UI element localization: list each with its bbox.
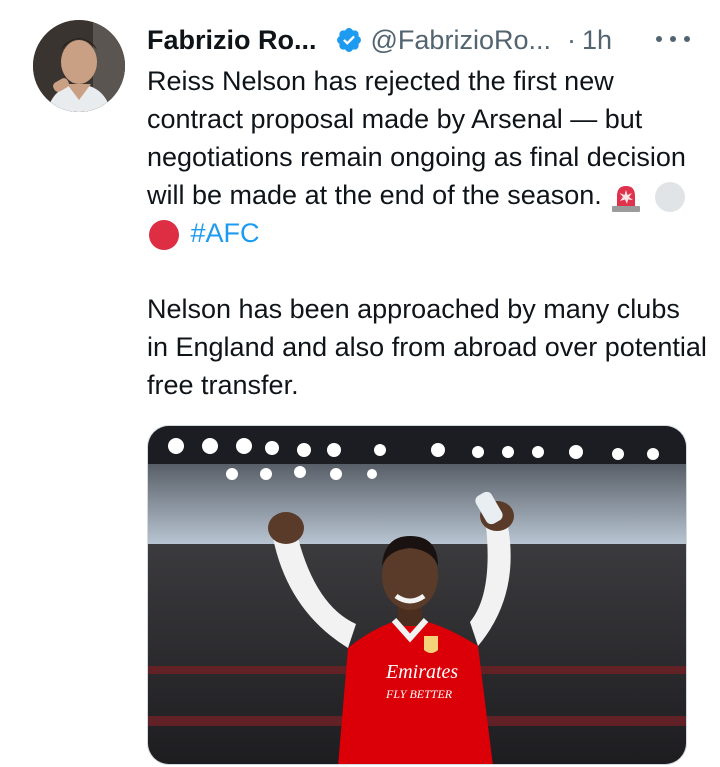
timestamp[interactable]: 1h bbox=[582, 25, 612, 56]
jersey-slogan-text: FLY BETTER bbox=[385, 687, 453, 701]
verified-badge-icon bbox=[336, 28, 361, 52]
rotating-light-icon bbox=[612, 185, 641, 212]
red-circle-icon bbox=[149, 219, 179, 250]
tweet-paragraph-1: Reiss Nelson has rejected the first new … bbox=[147, 62, 707, 252]
tweet-header: Fabrizio Ro... @FabrizioRo... · 1h bbox=[147, 22, 690, 58]
tweet-text-part-1: Reiss Nelson has rejected the first new … bbox=[147, 66, 686, 210]
tweet-media-photo[interactable]: Emirates FLY BETTER bbox=[147, 425, 687, 765]
jersey-sponsor-text: Emirates bbox=[385, 661, 458, 683]
author-handle[interactable]: @FabrizioRo... bbox=[371, 25, 551, 56]
author-avatar[interactable] bbox=[33, 20, 125, 112]
separator-dot: · bbox=[566, 24, 576, 55]
white-circle-icon bbox=[654, 181, 685, 212]
author-name[interactable]: Fabrizio Ro... bbox=[147, 25, 317, 56]
more-options-icon[interactable] bbox=[656, 24, 690, 54]
tweet-paragraph-2: Nelson has been approached by many clubs… bbox=[147, 294, 707, 400]
hashtag-link[interactable]: #AFC bbox=[191, 218, 260, 248]
tweet-text: Reiss Nelson has rejected the first new … bbox=[147, 62, 707, 404]
